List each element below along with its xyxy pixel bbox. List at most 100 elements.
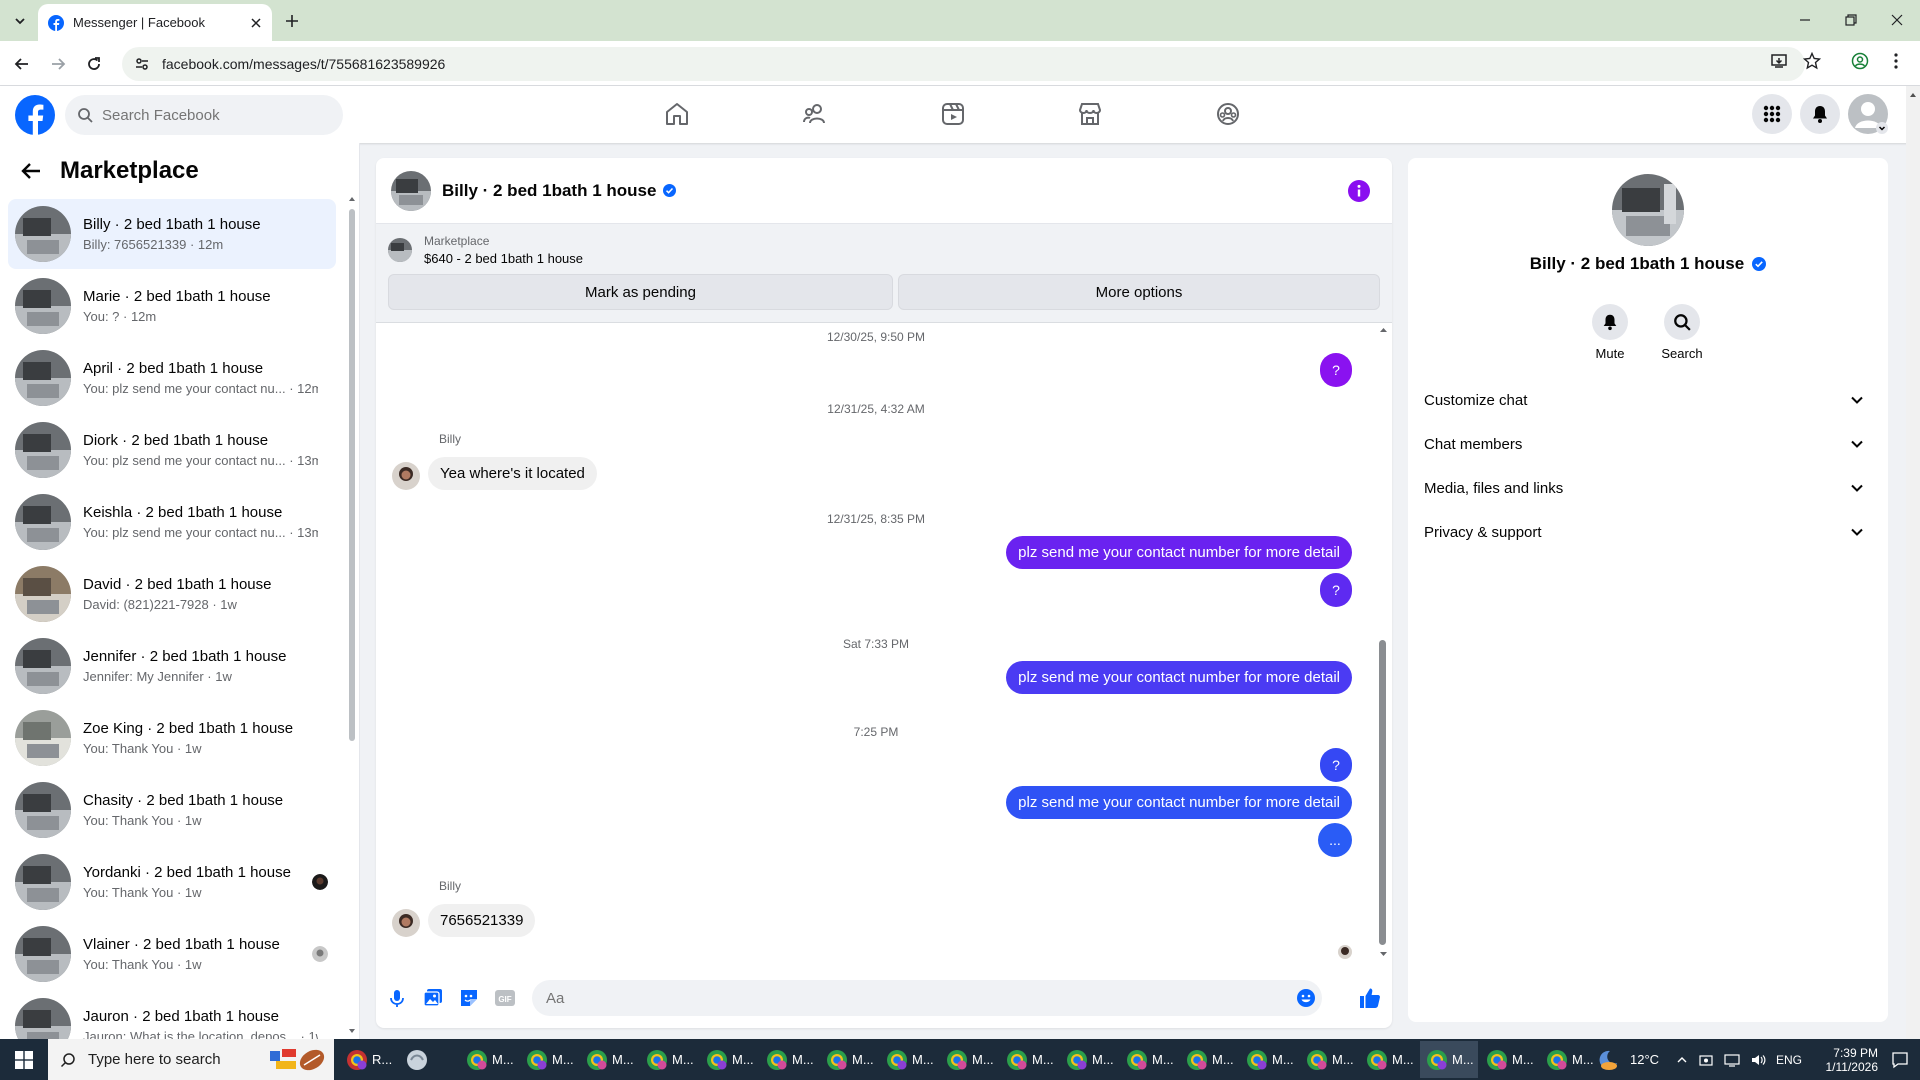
taskbar-app-button[interactable]: M... [1000, 1041, 1058, 1078]
outgoing-message[interactable]: plz send me your contact number for more… [1006, 536, 1352, 569]
contact-avatar[interactable] [1612, 174, 1684, 246]
taskbar-app-button[interactable]: M... [1060, 1041, 1118, 1078]
outgoing-message[interactable]: ? [1320, 573, 1352, 607]
conversation-item[interactable]: Diork · 2 bed 1bath 1 house You: plz send… [8, 415, 336, 485]
search-action[interactable]: Search [1652, 304, 1712, 361]
forward-button[interactable] [46, 52, 70, 76]
conversation-item[interactable]: April · 2 bed 1bath 1 house You: plz send… [8, 343, 336, 413]
outgoing-message[interactable]: plz send me your contact number for more… [1006, 786, 1352, 819]
scrollbar-thumb[interactable] [349, 209, 355, 741]
conversation-item[interactable]: Chasity · 2 bed 1bath 1 house You: Thank … [8, 775, 336, 845]
conversation-item[interactable]: Yordanki · 2 bed 1bath 1 house You: Thank… [8, 847, 336, 917]
incoming-message[interactable]: Yea where's it located [428, 457, 597, 490]
conversation-item[interactable]: Billy · 2 bed 1bath 1 house Billy: 765652… [8, 199, 336, 269]
address-bar[interactable]: facebook.com/messages/t/755681623589926 [122, 47, 1805, 81]
back-button[interactable] [10, 52, 34, 76]
install-app-icon[interactable] [1768, 50, 1790, 72]
arrow-left-icon[interactable] [20, 160, 42, 182]
restore-button[interactable] [1836, 8, 1866, 32]
close-icon[interactable] [250, 17, 262, 29]
reload-button[interactable] [82, 52, 106, 76]
conversation-item[interactable]: Marie · 2 bed 1bath 1 house You: ? · 12m [8, 271, 336, 341]
search-highlight-icon[interactable] [266, 1045, 330, 1075]
outgoing-message[interactable]: ? [1320, 353, 1352, 387]
facebook-search-bar[interactable] [65, 95, 343, 135]
minimize-button[interactable] [1790, 8, 1820, 32]
conversation-item[interactable]: Vlainer · 2 bed 1bath 1 house You: Thank … [8, 919, 336, 989]
taskbar-app-button[interactable]: M... [1240, 1041, 1298, 1078]
tab-search-menu[interactable] [8, 9, 32, 33]
weather-widget[interactable]: 12°C [1596, 1039, 1659, 1080]
scroll-down-icon[interactable] [348, 1027, 356, 1035]
taskbar-app-button[interactable]: M... [1120, 1041, 1178, 1078]
facebook-logo-icon[interactable] [15, 95, 55, 135]
mark-as-pending-button[interactable]: Mark as pending [388, 274, 893, 310]
chat-scrollbar-thumb[interactable] [1379, 640, 1386, 945]
conversation-item[interactable]: Keishla · 2 bed 1bath 1 house You: plz se… [8, 487, 336, 557]
chat-avatar[interactable] [391, 170, 431, 211]
conversation-item[interactable]: David · 2 bed 1bath 1 house David: (821)2… [8, 559, 336, 629]
scroll-down-icon[interactable] [1379, 950, 1388, 958]
taskbar-app-button[interactable] [400, 1041, 458, 1078]
customize-chat-row[interactable]: Customize chat [1424, 382, 1872, 418]
search-in-chat-button[interactable] [1664, 304, 1700, 340]
browser-menu-icon[interactable] [1885, 50, 1907, 72]
notifications-button[interactable] [1800, 94, 1840, 134]
taskbar-app-button[interactable]: M... [940, 1041, 998, 1078]
microphone-icon[interactable] [386, 987, 408, 1009]
message-input[interactable] [532, 980, 1322, 1016]
site-settings-icon[interactable] [134, 56, 150, 72]
taskbar-app-button[interactable]: M... [520, 1041, 578, 1078]
bookmark-star-icon[interactable] [1801, 50, 1823, 72]
taskbar-app-button[interactable]: M... [640, 1041, 698, 1078]
url-text[interactable]: facebook.com/messages/t/755681623589926 [162, 56, 445, 72]
input-language[interactable]: ENG [1776, 1053, 1802, 1067]
emoji-icon[interactable] [1296, 988, 1316, 1008]
profile-icon[interactable] [1849, 50, 1871, 72]
nav-video[interactable] [933, 94, 973, 134]
taskbar-app-button[interactable]: M... [1300, 1041, 1358, 1078]
chat-members-row[interactable]: Chat members [1424, 426, 1872, 462]
photo-icon[interactable] [422, 987, 444, 1009]
outgoing-message[interactable]: ? [1320, 748, 1352, 782]
nav-marketplace[interactable] [1070, 94, 1110, 134]
start-button[interactable] [0, 1039, 48, 1080]
taskbar-app-button[interactable]: M... [1180, 1041, 1238, 1078]
system-tray-icons[interactable]: ENG [1676, 1039, 1802, 1080]
outgoing-message[interactable]: plz send me your contact number for more… [1006, 661, 1352, 694]
privacy-support-row[interactable]: Privacy & support [1424, 514, 1872, 550]
more-options-button[interactable]: More options [898, 274, 1380, 310]
page-scrollbar[interactable] [1906, 86, 1920, 1039]
clock[interactable]: 7:39 PM 1/11/2026 [1812, 1039, 1879, 1080]
taskbar-app-button[interactable]: M... [760, 1041, 818, 1078]
taskbar-app-button[interactable]: M... [460, 1041, 518, 1078]
nav-friends[interactable] [795, 94, 835, 134]
taskbar-app-button[interactable]: M... [1540, 1041, 1598, 1078]
taskbar-app-button[interactable]: R... [340, 1041, 398, 1078]
outgoing-message[interactable]: ... [1318, 823, 1352, 857]
conversation-item[interactable]: Jennifer · 2 bed 1bath 1 house Jennifer: … [8, 631, 336, 701]
mute-action[interactable]: Mute [1580, 304, 1640, 361]
nav-home[interactable] [657, 94, 697, 134]
new-tab-button[interactable] [280, 9, 304, 33]
taskbar-app-button[interactable]: M... [1480, 1041, 1538, 1078]
conversation-item[interactable]: Zoe King · 2 bed 1bath 1 house You: Thank… [8, 703, 336, 773]
facebook-search-input[interactable] [102, 106, 322, 124]
window-close-button[interactable] [1882, 8, 1912, 32]
taskbar-app-button[interactable]: M... [700, 1041, 758, 1078]
taskbar-app-button[interactable]: M... [580, 1041, 638, 1078]
taskbar-app-button[interactable]: M... [820, 1041, 878, 1078]
media-files-links-row[interactable]: Media, files and links [1424, 470, 1872, 506]
listing-title[interactable]: $640 - 2 bed 1bath 1 house [424, 251, 583, 266]
conversation-item[interactable]: Jauron · 2 bed 1bath 1 house Jauron: What… [8, 991, 336, 1039]
sticker-icon[interactable] [458, 987, 480, 1009]
account-avatar-button[interactable] [1848, 94, 1888, 134]
taskbar-app-button[interactable]: M... [1360, 1041, 1418, 1078]
incoming-message[interactable]: 7656521339 [428, 904, 536, 937]
mute-button[interactable] [1592, 304, 1628, 340]
scroll-up-icon[interactable] [1379, 326, 1388, 334]
chat-title[interactable]: Billy · 2 bed 1bath 1 house [442, 181, 656, 201]
notification-center-button[interactable] [1880, 1039, 1920, 1080]
gif-icon[interactable]: GIF [494, 987, 516, 1009]
taskbar-app-button[interactable]: M... [1420, 1041, 1478, 1078]
